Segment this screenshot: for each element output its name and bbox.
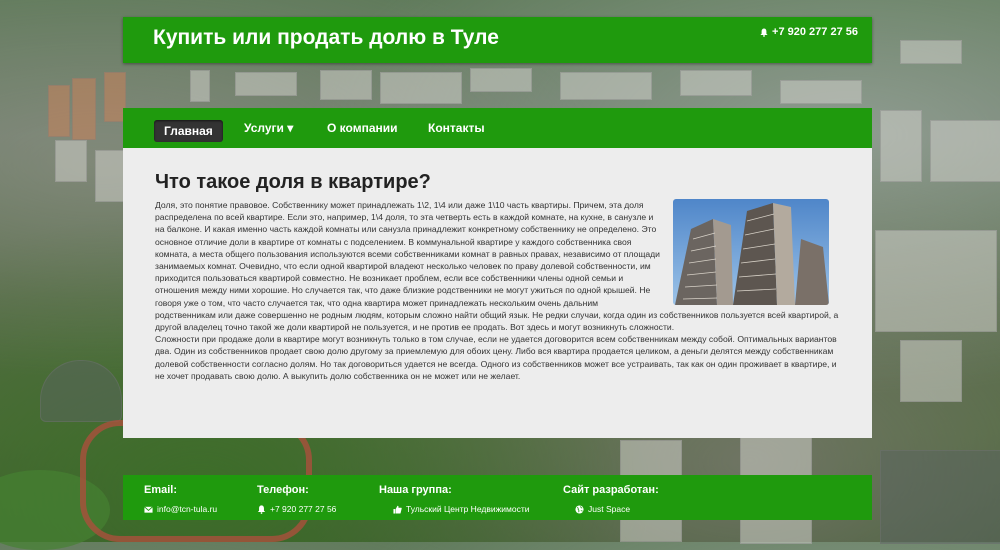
site-footer: Email: info@tcn-tula.ru Телефон: +7 920 … (123, 475, 872, 520)
footer-group-column: Наша группа: Тульский Центр Недвижимости (379, 484, 529, 514)
footer-developer-heading: Сайт разработан: (563, 484, 659, 496)
footer-phone-heading: Телефон: (257, 484, 309, 496)
nav-item-contacts[interactable]: Контакты (428, 121, 485, 135)
footer-phone-number: +7 920 277 27 56 (270, 504, 337, 514)
site-header: Купить или продать долю в Туле +7 920 27… (123, 17, 872, 63)
header-phone-number: +7 920 277 27 56 (772, 26, 858, 38)
thumbs-up-icon (393, 505, 402, 514)
page-heading: Что такое доля в квартире? (155, 171, 431, 193)
footer-email-link[interactable]: info@tcn-tula.ru (157, 504, 217, 514)
footer-email-heading: Email: (144, 484, 178, 496)
nav-item-services[interactable]: Услуги ▾ (244, 121, 293, 135)
site-title[interactable]: Купить или продать долю в Туле (153, 26, 499, 50)
skyscraper-photo (673, 199, 829, 305)
bell-icon (257, 504, 266, 514)
footer-phone-column: Телефон: +7 920 277 27 56 (257, 484, 336, 514)
footer-developer-column: Сайт разработан: Just Space (563, 484, 659, 514)
main-content: Что такое доля в квартире? Доля, это пон… (123, 148, 872, 438)
article-body: Доля, это понятие правовое. Собственнику… (155, 199, 843, 382)
envelope-icon (144, 505, 153, 513)
footer-developer-link[interactable]: Just Space (588, 504, 630, 514)
article-paragraph: Сложности при продаже доли в квартире мо… (155, 334, 837, 381)
footer-group-link[interactable]: Тульский Центр Недвижимости (406, 504, 529, 514)
globe-icon (575, 504, 584, 514)
nav-item-about[interactable]: О компании (327, 121, 398, 135)
main-navigation: Главная Услуги ▾ О компании Контакты (123, 108, 872, 148)
header-phone: +7 920 277 27 56 (760, 26, 858, 38)
bell-icon (760, 28, 768, 37)
nav-item-home[interactable]: Главная (154, 120, 223, 142)
footer-email-column: Email: info@tcn-tula.ru (144, 484, 217, 514)
footer-group-heading: Наша группа: (379, 484, 452, 496)
